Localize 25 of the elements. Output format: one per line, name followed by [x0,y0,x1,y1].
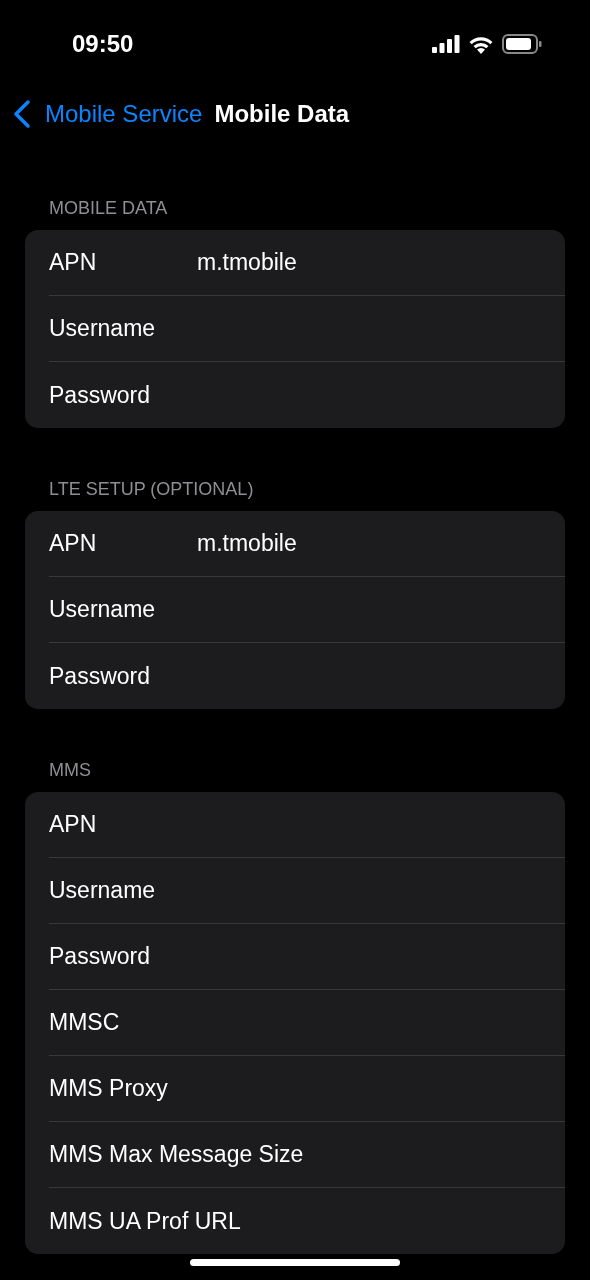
back-chevron-icon [12,99,32,129]
page-title: Mobile Data [214,99,350,129]
signal-icon [432,35,460,53]
input-field[interactable]: m.tmobile [197,511,565,576]
battery-icon [502,34,542,54]
wifi-icon [468,34,494,54]
field-label: Password [49,942,151,972]
field-label: Username [49,595,157,625]
field-label: Password [49,380,151,410]
section-header: LTE SETUP (OPTIONAL) [48,478,255,500]
field-label: MMS UA Prof URL [49,1206,241,1236]
field-label: APN [49,529,98,559]
status-time: 09:50 [72,29,134,59]
field-label: Username [49,876,157,906]
back-button[interactable]: Mobile Service [12,96,203,132]
input-field[interactable]: m.tmobile [197,230,565,295]
field-label: MMSC [49,1008,121,1038]
field-label: MMS Max Message Size [49,1140,304,1170]
field-label: APN [49,810,98,840]
field-label: Password [49,661,151,691]
section-header: MOBILE DATA [48,197,169,219]
field-label: MMS Proxy [49,1074,169,1104]
section-header: MMS [48,759,92,781]
field-label: APN [49,248,98,278]
field-label: Username [49,314,157,344]
